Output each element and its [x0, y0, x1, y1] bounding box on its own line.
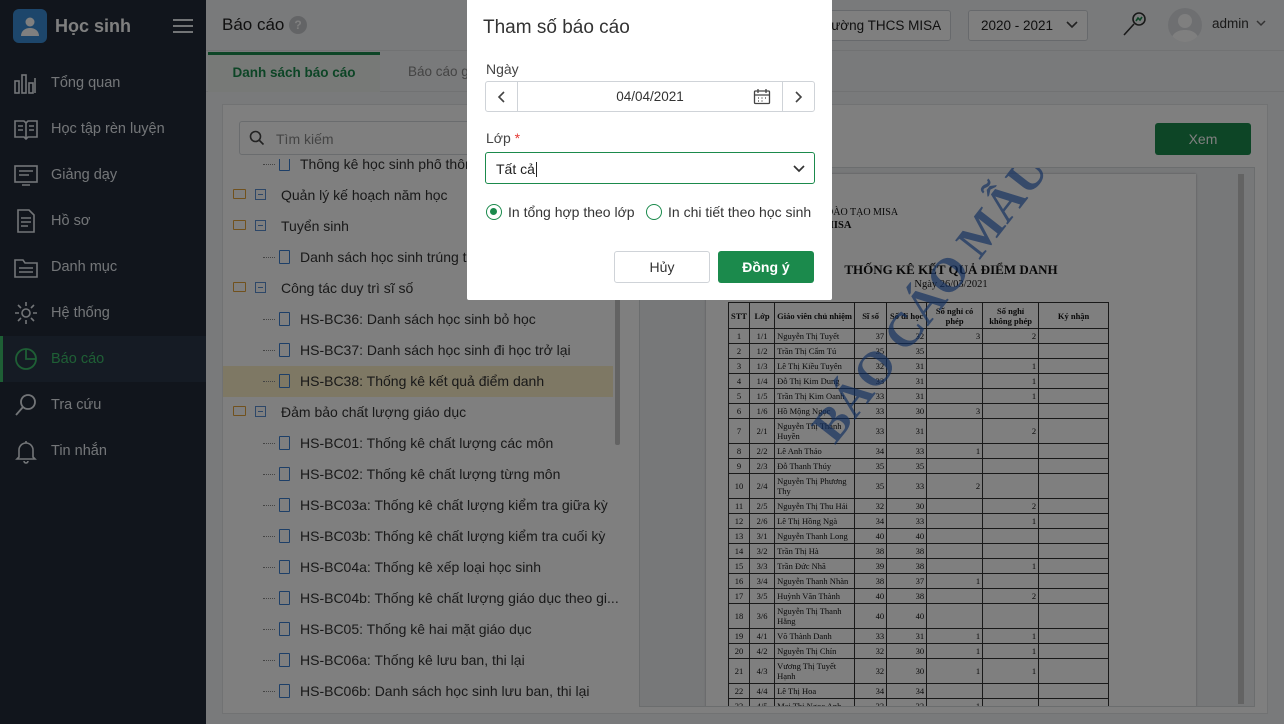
class-value: Tất cả	[496, 161, 535, 177]
ok-button[interactable]: Đồng ý	[718, 251, 814, 283]
cancel-button[interactable]: Hủy	[614, 251, 710, 283]
report-parameters-dialog: Tham số báo cáo Ngày 04/04/2021 Lớp * Tấ…	[467, 0, 832, 300]
chevron-left-icon	[497, 91, 505, 103]
date-next-button[interactable]	[782, 82, 814, 111]
chevron-down-icon	[793, 165, 805, 173]
date-prev-button[interactable]	[486, 82, 518, 111]
chevron-right-icon	[795, 91, 803, 103]
radio-label: In chi tiết theo học sinh	[668, 204, 812, 220]
class-select[interactable]: Tất cả	[485, 152, 815, 184]
calendar-icon[interactable]	[753, 88, 771, 105]
radio-detail-by-student[interactable]: In chi tiết theo học sinh	[646, 204, 811, 220]
class-label: Lớp *	[486, 130, 520, 146]
date-label: Ngày	[486, 61, 519, 77]
radio-unchecked-icon	[646, 204, 662, 220]
date-field: 04/04/2021	[485, 81, 815, 112]
radio-summary-by-class[interactable]: In tổng hợp theo lớp	[486, 204, 635, 220]
dialog-title: Tham số báo cáo	[483, 17, 630, 38]
radio-label: In tổng hợp theo lớp	[508, 204, 635, 220]
date-input[interactable]: 04/04/2021	[519, 89, 781, 104]
radio-checked-icon	[486, 204, 502, 220]
required-mark: *	[514, 130, 521, 146]
class-label-text: Lớp	[486, 130, 511, 146]
